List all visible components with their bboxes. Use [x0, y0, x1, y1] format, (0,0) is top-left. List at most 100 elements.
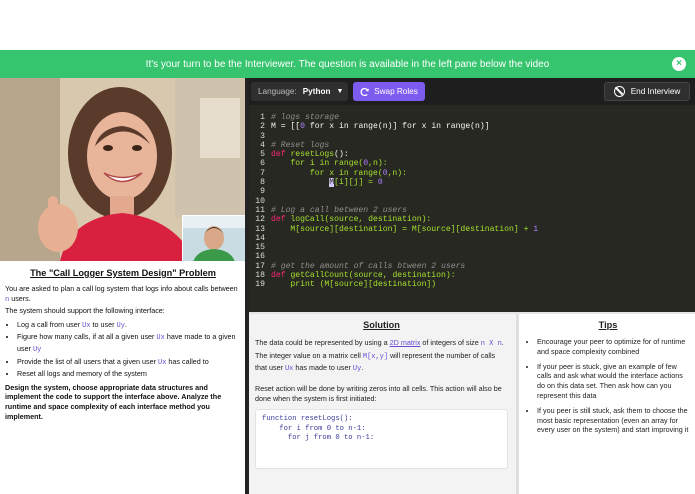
- code-text: getCallCount: [290, 271, 349, 281]
- code-text: logCall: [290, 215, 325, 225]
- self-video-frame: [183, 216, 245, 261]
- code-line: 8 M [i][j] = 0: [249, 178, 695, 188]
- list-item: Provide the list of all users that a giv…: [17, 357, 241, 369]
- line-number: 8: [260, 178, 265, 188]
- stop-icon: [613, 86, 625, 97]
- solution-text: The data could be represented by using a: [255, 338, 390, 347]
- solution-text: .: [501, 338, 504, 347]
- solution-para-3: Reset action will be done by writing zer…: [255, 384, 502, 404]
- solution-var: n X n: [480, 340, 502, 348]
- code-text: def: [271, 271, 291, 281]
- tip-item: If your peer is stuck, give an example o…: [537, 362, 689, 401]
- close-icon[interactable]: ×: [672, 57, 686, 71]
- line-number: 4: [260, 140, 265, 150]
- line-number: 16: [255, 252, 265, 262]
- line-number: 3: [260, 131, 265, 141]
- code-text: print (M[source][destination]): [271, 280, 437, 290]
- item-var: Uy: [116, 321, 125, 330]
- swap-icon: [360, 87, 369, 96]
- code-text: [i][j] =: [334, 178, 378, 188]
- tips-panel: Tips Encourage your peer to optimize for…: [519, 314, 695, 494]
- code-line: 7 for x in range(0 ,n):: [249, 169, 695, 178]
- code-text: # get the amount of calls btween 2 users: [271, 261, 466, 271]
- code-line: 5 def resetLogs ():: [249, 150, 695, 159]
- line-number: 19: [255, 280, 265, 290]
- code-text: ():: [334, 150, 349, 160]
- language-value: Python: [302, 87, 331, 96]
- item-text: Provide the list of all users that a giv…: [17, 356, 159, 366]
- solution-para-1: The data could be represented by using a…: [255, 338, 508, 350]
- code-text: ,n):: [387, 168, 408, 178]
- code-line: 11 # Log a call between 2 users: [249, 206, 695, 215]
- problem-intro-2: The system should support the following …: [5, 306, 165, 316]
- solution-code-line: for i from 0 to n-1:: [262, 424, 366, 433]
- item-text: has called to: [166, 356, 209, 366]
- code-text: 0: [377, 178, 383, 188]
- solution-text: .: [361, 362, 364, 372]
- end-interview-button[interactable]: End Interview: [604, 82, 690, 101]
- code-line: 10: [249, 197, 695, 206]
- code-text: # Reset logs: [271, 140, 330, 150]
- line-number: 14: [255, 233, 265, 243]
- line-number: 17: [255, 261, 265, 271]
- code-text: for x in range(n)]: [305, 122, 403, 132]
- interface-list: Log a call from user Ux to user Uy. Figu…: [17, 320, 241, 379]
- code-line: 19 print (M[source][destination]): [249, 280, 695, 289]
- language-select[interactable]: Language: Python ▼: [251, 82, 348, 101]
- line-number: 7: [260, 168, 265, 178]
- code-line: 1 # logs storage: [249, 113, 695, 122]
- solution-para-2: The integer value on a matrix cell M[x,y…: [255, 351, 508, 375]
- code-line: 4 # Reset logs: [249, 141, 695, 150]
- code-line: 17 # get the amount of calls btween 2 use…: [249, 262, 695, 271]
- solution-text: of integers of size: [420, 338, 481, 347]
- line-number: 18: [255, 271, 265, 281]
- problem-intro-text: You are asked to plan a call log system …: [5, 284, 238, 293]
- line-number: 11: [255, 205, 265, 215]
- code-text: (source, destination):: [324, 215, 432, 225]
- code-editor[interactable]: 1 # logs storage 2 M = [[0 for x in range(…: [249, 105, 695, 312]
- tips-title: Tips: [598, 320, 618, 330]
- end-interview-label: End Interview: [630, 87, 681, 96]
- tips-list: Encourage your peer to optimize for of r…: [537, 337, 689, 435]
- code-line: 12 def logCall (source, destination):: [249, 215, 695, 224]
- chevron-down-icon: ▼: [336, 88, 344, 95]
- code-text: for x in range(n)]: [402, 122, 490, 132]
- item-var: Ux: [82, 321, 91, 330]
- code-text: def: [271, 150, 291, 160]
- line-number: 2: [260, 122, 265, 132]
- code-text: # Log a call between 2 users: [271, 205, 407, 215]
- role-banner: It's your turn to be the Interviewer. Th…: [0, 50, 695, 78]
- line-number: 6: [260, 159, 265, 169]
- code-line: 14: [249, 234, 695, 243]
- code-line: 18 def getCallCount (source, destination):: [249, 271, 695, 280]
- line-number: 9: [260, 187, 265, 197]
- code-text: # logs storage: [271, 113, 339, 122]
- item-var: Uy: [32, 345, 42, 354]
- solution-code-block: function resetLogs(): for i from 0 to n-…: [255, 408, 508, 469]
- code-text: for i in range(: [271, 159, 364, 169]
- list-item: Figure how many calls, if at all a given…: [17, 332, 241, 355]
- line-number: 15: [255, 243, 265, 253]
- item-var: Ux: [156, 334, 165, 343]
- line-number: 10: [255, 196, 265, 206]
- line-number: 12: [255, 215, 265, 225]
- video-feed-self: [182, 215, 245, 261]
- solution-text: The integer value on a matrix cell: [255, 350, 363, 360]
- solution-code-line: for j from 0 to n-1:: [262, 434, 375, 443]
- solution-text: has made to user: [293, 362, 353, 372]
- code-text: 1: [533, 224, 539, 234]
- list-item: Reset all logs and memory of the system: [17, 369, 241, 379]
- code-line: 9: [249, 187, 695, 196]
- problem-pane: The "Call Logger System Design" Problem …: [0, 261, 245, 494]
- code-line: 16: [249, 252, 695, 261]
- swap-roles-label: Swap Roles: [374, 87, 418, 96]
- solution-var: M[x,y]: [362, 352, 389, 361]
- line-number: 13: [255, 224, 265, 234]
- item-text: to user: [90, 319, 117, 329]
- code-text: M[source][destination] = M[source][desti…: [271, 224, 534, 234]
- code-line: 2M = [[0 for x in range(n)] for x in ran…: [249, 122, 695, 131]
- swap-roles-button[interactable]: Swap Roles: [353, 82, 425, 101]
- 2d-matrix-link[interactable]: 2D matrix: [390, 338, 421, 347]
- code-text: resetLogs: [290, 150, 335, 160]
